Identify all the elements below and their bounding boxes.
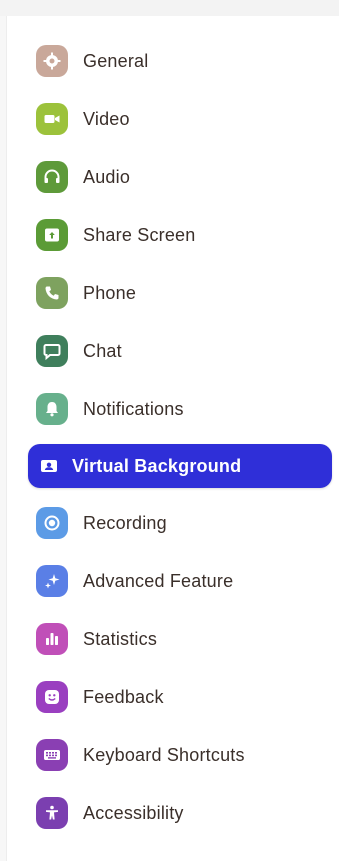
sidebar-item-label: General <box>83 50 149 71</box>
sidebar-item-label: Feedback <box>83 686 164 707</box>
sidebar-item-recording[interactable]: Recording <box>28 502 332 544</box>
sidebar-item-share-screen[interactable]: Share Screen <box>28 214 332 256</box>
sidebar-item-video[interactable]: Video <box>28 98 332 140</box>
chat-bubble-icon <box>36 335 68 367</box>
video-camera-icon <box>36 103 68 135</box>
keyboard-icon <box>36 739 68 771</box>
person-card-icon <box>36 450 62 482</box>
sidebar-item-label: Recording <box>83 512 167 533</box>
share-screen-icon <box>36 219 68 251</box>
sidebar-item-label: Audio <box>83 166 131 187</box>
sidebar-item-chat[interactable]: Chat <box>28 330 332 372</box>
sidebar-item-audio[interactable]: Audio <box>28 156 332 198</box>
sidebar-item-label: Advanced Feature <box>83 570 234 591</box>
sidebar-item-advanced-feature[interactable]: Advanced Feature <box>28 560 332 602</box>
sidebar-item-keyboard-shortcuts[interactable]: Keyboard Shortcuts <box>28 734 332 776</box>
sidebar-item-label: Notifications <box>83 398 184 419</box>
sidebar-item-virtual-background[interactable]: Virtual Background <box>28 444 332 488</box>
sidebar-item-label: Accessibility <box>83 802 184 823</box>
sidebar-item-notifications[interactable]: Notifications <box>28 388 332 430</box>
sidebar-item-label: Statistics <box>83 628 158 649</box>
sidebar-item-label: Phone <box>83 282 137 303</box>
phone-icon <box>36 277 68 309</box>
settings-sidebar: General Video Audio Share Screen Phone C… <box>0 0 339 861</box>
sidebar-item-label: Virtual Background <box>72 455 242 476</box>
sparkle-icon <box>36 565 68 597</box>
bar-chart-icon <box>36 623 68 655</box>
bell-icon <box>36 393 68 425</box>
record-icon <box>36 507 68 539</box>
gear-icon <box>36 45 68 77</box>
sidebar-item-label: Chat <box>83 340 122 361</box>
sidebar-item-feedback[interactable]: Feedback <box>28 676 332 718</box>
sidebar-item-label: Keyboard Shortcuts <box>83 744 245 765</box>
headphones-icon <box>36 161 68 193</box>
sidebar-item-general[interactable]: General <box>28 40 332 82</box>
smiley-icon <box>36 681 68 713</box>
sidebar-item-accessibility[interactable]: Accessibility <box>28 792 332 834</box>
sidebar-item-label: Share Screen <box>83 224 196 245</box>
accessibility-icon <box>36 797 68 829</box>
sidebar-item-statistics[interactable]: Statistics <box>28 618 332 660</box>
sidebar-item-label: Video <box>83 108 130 129</box>
sidebar-item-phone[interactable]: Phone <box>28 272 332 314</box>
